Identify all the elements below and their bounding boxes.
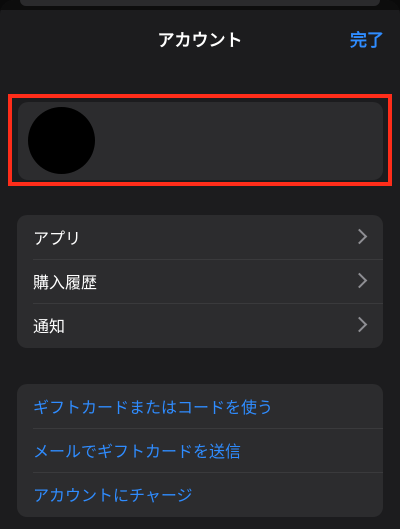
link-label: アカウントにチャージ [33, 486, 193, 505]
add-funds-link[interactable]: アカウントにチャージ [17, 472, 383, 516]
background-sheet-inner [20, 0, 380, 6]
account-sheet: アカウント 完了 アプリ 購入履歴 通知 ギフトカードまたはコードを使う メール… [0, 0, 400, 529]
menu-item-notifications[interactable]: 通知 [17, 303, 383, 347]
menu-item-label: 購入履歴 [33, 273, 98, 292]
link-label: ギフトカードまたはコードを使う [33, 398, 274, 417]
navigation-bar: アカウント 完了 [0, 14, 400, 62]
chevron-right-icon [351, 272, 368, 289]
menu-item-apps[interactable]: アプリ [17, 215, 383, 259]
menu-item-label: 通知 [33, 317, 66, 336]
link-label: メールでギフトカードを送信 [33, 442, 242, 461]
highlight-box [8, 94, 392, 186]
menu-list: アプリ 購入履歴 通知 [17, 215, 383, 348]
send-gift-card-link[interactable]: メールでギフトカードを送信 [17, 428, 383, 472]
redeem-gift-card-link[interactable]: ギフトカードまたはコードを使う [17, 384, 383, 428]
gift-card-actions: ギフトカードまたはコードを使う メールでギフトカードを送信 アカウントにチャージ [17, 384, 383, 517]
menu-item-label: アプリ [33, 229, 82, 248]
menu-item-purchase-history[interactable]: 購入履歴 [17, 259, 383, 303]
chevron-right-icon [351, 228, 368, 245]
background-sheet-edge [0, 0, 400, 10]
chevron-right-icon [351, 316, 368, 333]
page-title: アカウント [157, 31, 243, 51]
done-button[interactable]: 完了 [350, 26, 384, 51]
